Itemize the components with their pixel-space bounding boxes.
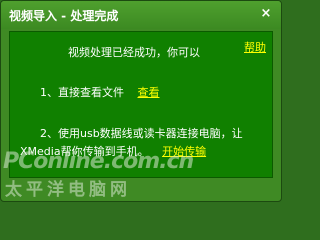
step1-text: 1、直接查看文件 — [40, 86, 124, 99]
dialog-window: 视频导入 - 处理完成 × 视频处理已经成功，你可以 帮助 1、直接查看文件 查… — [0, 0, 282, 202]
title-bar[interactable]: 视频导入 - 处理完成 × — [1, 1, 281, 29]
step-transfer-line1: 2、使用usb数据线或读卡器连接电脑，让 — [40, 127, 243, 140]
close-icon: × — [260, 6, 272, 21]
watermark-logo: PConline.com.cn — [3, 149, 194, 174]
close-button[interactable]: × — [258, 6, 274, 22]
view-link[interactable]: 查看 — [138, 86, 160, 99]
success-message: 视频处理已经成功，你可以 — [68, 46, 200, 59]
watermark-text: 太平洋电脑网 — [5, 180, 131, 200]
step-view-file: 1、直接查看文件 查看 — [40, 84, 160, 100]
window-title: 视频导入 - 处理完成 — [9, 9, 119, 23]
help-link[interactable]: 帮助 — [244, 39, 266, 55]
site-watermark: PConline.com.cn 太平洋电脑网 — [3, 149, 194, 200]
